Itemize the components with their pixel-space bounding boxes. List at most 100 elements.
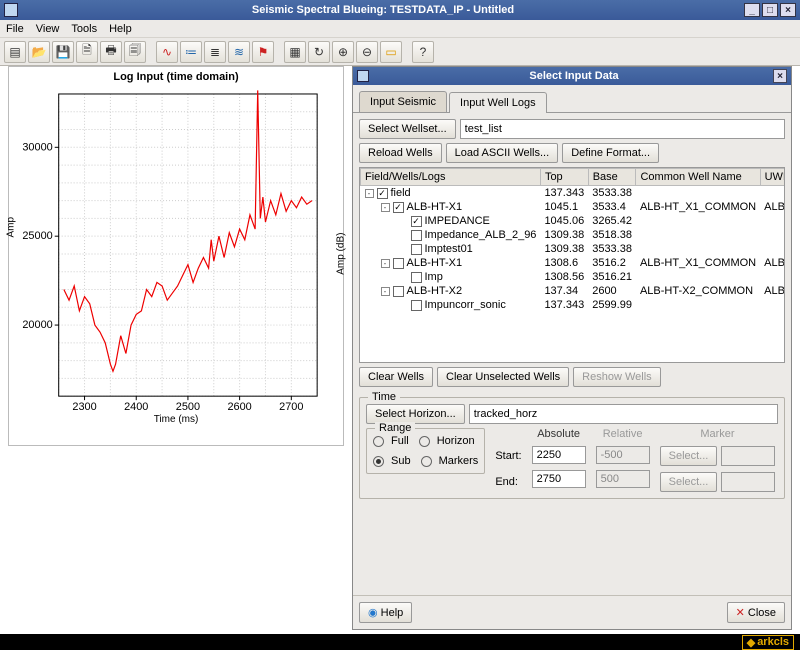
- svg-text:2700: 2700: [279, 401, 303, 413]
- range-group: Range Full Horizon Sub Markers: [366, 428, 485, 474]
- end-label: End:: [495, 476, 521, 488]
- table-row[interactable]: -✓ALB-HT-X11045.13533.4ALB-HT_X1_COMMONA…: [361, 200, 786, 214]
- col-cwn[interactable]: Common Well Name: [636, 169, 760, 186]
- reload-wells-button[interactable]: Reload Wells: [359, 143, 442, 163]
- table-row[interactable]: Imp1308.563516.21: [361, 270, 786, 284]
- window-title: Seismic Spectral Blueing: TESTDATA_IP - …: [24, 4, 742, 16]
- radio-full[interactable]: Full: [373, 435, 409, 447]
- tab-input-well-logs[interactable]: Input Well Logs: [449, 92, 547, 113]
- close-button[interactable]: ×: [780, 3, 796, 17]
- menu-file[interactable]: File: [6, 23, 24, 35]
- brand-logo: ◆arkcls: [742, 635, 794, 650]
- row-checkbox[interactable]: ✓: [411, 216, 422, 227]
- print-icon[interactable]: 🖶: [100, 41, 122, 63]
- row-checkbox[interactable]: [411, 244, 422, 255]
- tab-input-seismic[interactable]: Input Seismic: [359, 91, 447, 112]
- wellset-input[interactable]: [460, 119, 785, 139]
- expander-icon[interactable]: -: [365, 189, 374, 198]
- col-top[interactable]: Top: [540, 169, 588, 186]
- end-absolute-input[interactable]: [532, 470, 586, 488]
- expander-icon[interactable]: -: [381, 287, 390, 296]
- flag-icon[interactable]: ⚑: [252, 41, 274, 63]
- row-checkbox[interactable]: [411, 230, 422, 241]
- export-icon[interactable]: 🗐: [124, 41, 146, 63]
- row-checkbox[interactable]: [411, 272, 422, 283]
- minimize-button[interactable]: _: [744, 3, 760, 17]
- menu-tools[interactable]: Tools: [71, 23, 97, 35]
- menu-help[interactable]: Help: [109, 23, 132, 35]
- start-label: Start:: [495, 450, 521, 462]
- maximize-button[interactable]: □: [762, 3, 778, 17]
- menu-view[interactable]: View: [36, 23, 60, 35]
- row-label: IMPEDANCE: [425, 215, 490, 227]
- range-legend: Range: [375, 422, 415, 434]
- table-row[interactable]: Imptest011309.383533.38: [361, 242, 786, 256]
- palette-icon[interactable]: ▭: [380, 41, 402, 63]
- save-icon[interactable]: 💾: [52, 41, 74, 63]
- wells-table[interactable]: Field/Wells/Logs Top Base Common Well Na…: [359, 167, 785, 363]
- table-row[interactable]: -ALB-HT-X11308.63516.2ALB-HT_X1_COMMONAL…: [361, 256, 786, 270]
- dialog-title: Select Input Data: [375, 70, 773, 82]
- time-legend: Time: [368, 391, 400, 403]
- radio-horizon[interactable]: Horizon: [419, 435, 475, 447]
- reshow-wells-button: Reshow Wells: [573, 367, 661, 387]
- menubar: File View Tools Help: [0, 20, 800, 38]
- expander-icon[interactable]: -: [381, 203, 390, 212]
- expander-icon[interactable]: -: [381, 259, 390, 268]
- row-label: field: [391, 187, 411, 199]
- clear-wells-button[interactable]: Clear Wells: [359, 367, 433, 387]
- marker-header: Marker: [660, 428, 776, 440]
- wave-icon[interactable]: ≋: [228, 41, 250, 63]
- zoomout-icon[interactable]: ⊖: [356, 41, 378, 63]
- table-row[interactable]: ✓IMPEDANCE1045.063265.42: [361, 214, 786, 228]
- row-checkbox[interactable]: [393, 258, 404, 269]
- start-absolute-input[interactable]: [532, 446, 586, 464]
- start-marker-select: Select...: [660, 446, 718, 466]
- radio-markers[interactable]: Markers: [421, 455, 479, 467]
- radio-sub[interactable]: Sub: [373, 455, 411, 467]
- row-label: ALB-HT-X2: [407, 285, 463, 297]
- table-row[interactable]: -ALB-HT-X2137.342600ALB-HT-X2_COMMONALB0…: [361, 284, 786, 298]
- table-row[interactable]: -✓field137.3433533.38: [361, 186, 786, 201]
- chart-plot: 23002400250026002700200002500030000: [9, 87, 343, 427]
- zoomin-icon[interactable]: ⊕: [332, 41, 354, 63]
- db-icon[interactable]: ▤: [4, 41, 26, 63]
- col-base[interactable]: Base: [588, 169, 636, 186]
- open-icon[interactable]: 📂: [28, 41, 50, 63]
- close-button-dialog[interactable]: ✕ Close: [727, 602, 785, 623]
- list2-icon[interactable]: ≣: [204, 41, 226, 63]
- row-label: ALB-HT-X1: [407, 201, 463, 213]
- help-icon[interactable]: ?: [412, 41, 434, 63]
- table-row[interactable]: Impuncorr_sonic137.3432599.99: [361, 298, 786, 312]
- svg-text:2300: 2300: [72, 401, 96, 413]
- svg-text:2600: 2600: [227, 401, 251, 413]
- end-marker-input: [721, 472, 775, 492]
- select-horizon-button[interactable]: Select Horizon...: [366, 404, 465, 424]
- spectrum-icon[interactable]: ∿: [156, 41, 178, 63]
- end-relative-input: [596, 470, 650, 488]
- start-marker-input: [721, 446, 775, 466]
- clear-unselected-button[interactable]: Clear Unselected Wells: [437, 367, 569, 387]
- app-icon: [4, 3, 18, 17]
- help-button[interactable]: ◉ Help: [359, 602, 412, 623]
- list1-icon[interactable]: ≔: [180, 41, 202, 63]
- define-format-button[interactable]: Define Format...: [562, 143, 659, 163]
- saveas-icon[interactable]: 🗎: [76, 41, 98, 63]
- dialog-close-icon[interactable]: ×: [773, 69, 787, 83]
- row-checkbox[interactable]: [393, 286, 404, 297]
- select-wellset-button[interactable]: Select Wellset...: [359, 119, 456, 139]
- row-label: Impuncorr_sonic: [425, 299, 506, 311]
- col-uwi[interactable]: UWI: [760, 169, 785, 186]
- horizon-input[interactable]: [469, 404, 778, 424]
- row-checkbox[interactable]: [411, 300, 422, 311]
- col-field[interactable]: Field/Wells/Logs: [361, 169, 541, 186]
- row-label: Imp: [425, 271, 443, 283]
- chart-title: Log Input (time domain): [9, 67, 343, 87]
- window-titlebar: Seismic Spectral Blueing: TESTDATA_IP - …: [0, 0, 800, 20]
- row-checkbox[interactable]: ✓: [393, 202, 404, 213]
- load-ascii-button[interactable]: Load ASCII Wells...: [446, 143, 559, 163]
- grid-icon[interactable]: ▦: [284, 41, 306, 63]
- table-row[interactable]: Impedance_ALB_2_961309.383518.38: [361, 228, 786, 242]
- refresh-icon[interactable]: ↻: [308, 41, 330, 63]
- row-checkbox[interactable]: ✓: [377, 188, 388, 199]
